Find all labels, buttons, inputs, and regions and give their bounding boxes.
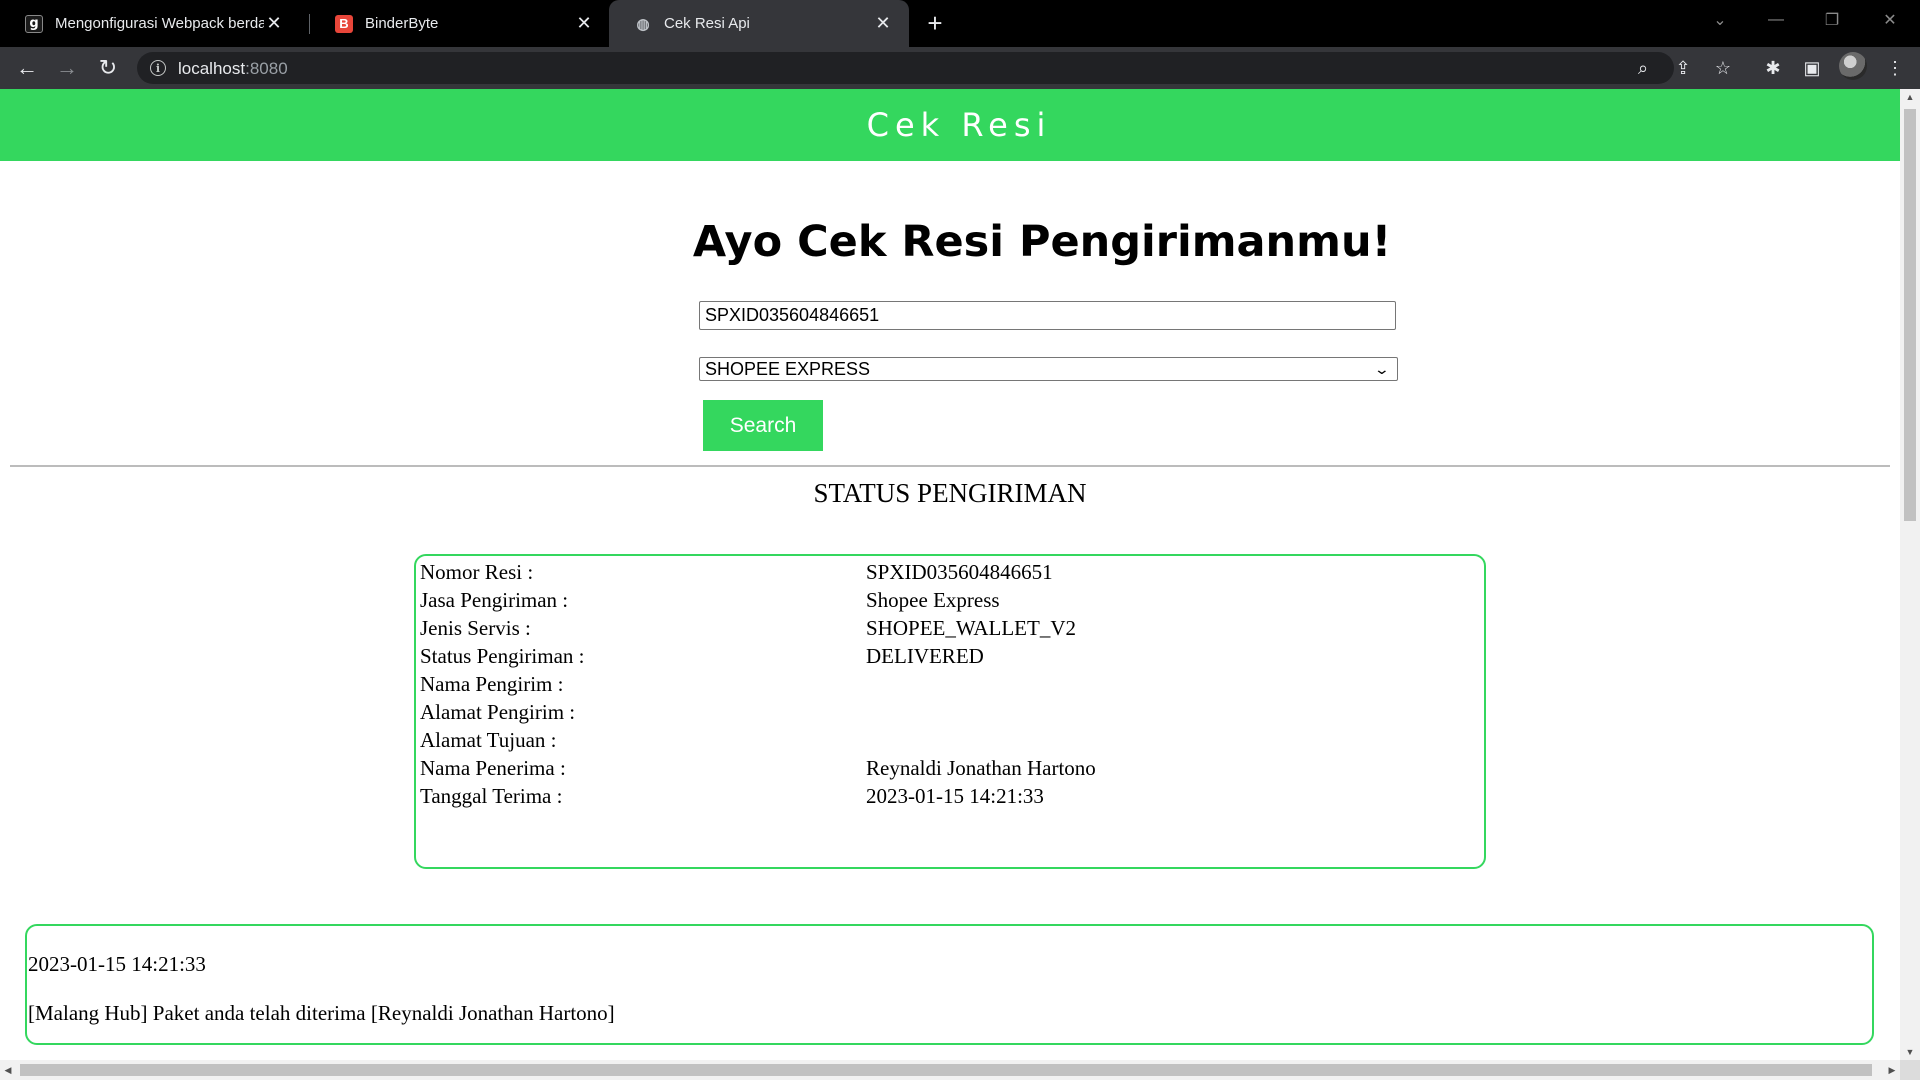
detail-label: Jasa Pengiriman : — [420, 588, 569, 612]
scroll-down-arrow-icon[interactable]: ▼ — [1900, 1044, 1920, 1060]
url-host: localhost — [178, 59, 246, 78]
tab-cek-resi-api[interactable]: ◍ Cek Resi Api ✕ — [609, 0, 909, 47]
close-icon[interactable]: ✕ — [873, 13, 893, 34]
status-heading: STATUS PENGIRIMAN — [813, 478, 1087, 508]
detail-label: Alamat Pengirim : — [420, 700, 576, 724]
page-viewport: Cek Resi Ayo Cek Resi Pengirimanmu! SHOP… — [0, 89, 1900, 1060]
shipment-detail-card: Nomor Resi : SPXID035604846651 Jasa Peng… — [414, 554, 1486, 869]
courier-selected-value: SHOPEE EXPRESS — [705, 358, 871, 379]
share-icon[interactable]: ⇪ — [1668, 53, 1698, 83]
scroll-right-arrow-icon[interactable]: ▶ — [1884, 1060, 1900, 1080]
detail-value: DELIVERED — [866, 644, 984, 668]
detail-label: Nama Pengirim : — [420, 672, 564, 696]
browser-toolbar: ← → ↻ i localhost:8080 ⌕ ⇪ ☆ ✱ ▣ ⋮ — [0, 47, 1920, 89]
detail-value: 2023-01-15 14:21:33 — [866, 784, 1044, 808]
back-arrow-icon[interactable]: ← — [12, 53, 42, 83]
divider — [10, 465, 1890, 467]
minimize-icon[interactable]: — — [1752, 0, 1800, 40]
bookmark-star-icon[interactable]: ☆ — [1708, 53, 1738, 83]
address-url: localhost:8080 — [178, 59, 288, 79]
url-port: :8080 — [245, 59, 288, 78]
courier-select[interactable]: SHOPEE EXPRESS ⌄ — [699, 357, 1398, 381]
history-description: [Malang Hub] Paket anda telah diterima [… — [28, 1001, 615, 1025]
tab-binderbyte[interactable]: B BinderByte ✕ — [310, 0, 610, 47]
close-icon[interactable]: ✕ — [574, 13, 594, 34]
detail-row: Tanggal Terima : 2023-01-15 14:21:33 — [420, 784, 1480, 818]
window-close-icon[interactable]: ✕ — [1866, 0, 1914, 40]
tab-strip: g Mengonfigurasi Webpack berdas ✕ B Bind… — [0, 0, 1920, 47]
tab-favicon: g — [25, 14, 43, 33]
detail-value: SHOPEE_WALLET_V2 — [866, 616, 1076, 640]
search-button[interactable]: Search — [703, 400, 823, 451]
horizontal-scroll-thumb[interactable] — [20, 1064, 1872, 1076]
history-date: 2023-01-15 14:21:33 — [28, 952, 206, 976]
site-header: Cek Resi — [0, 89, 1900, 161]
reload-icon[interactable]: ↻ — [93, 53, 123, 83]
page-title: Ayo Cek Resi Pengirimanmu! — [692, 217, 1392, 267]
tab-title: BinderByte — [365, 15, 439, 32]
info-icon[interactable]: i — [150, 60, 166, 76]
restore-icon[interactable]: ❐ — [1808, 0, 1856, 40]
new-tab-button[interactable]: + — [921, 8, 949, 38]
scrollbar-corner — [1900, 1060, 1920, 1080]
tab-search-icon[interactable]: ⌄ — [1696, 0, 1744, 40]
detail-label: Jenis Servis : — [420, 616, 531, 640]
vertical-scroll-thumb[interactable] — [1904, 109, 1916, 521]
tab-title: Cek Resi Api — [664, 15, 750, 32]
detail-value: Reynaldi Jonathan Hartono — [866, 756, 1096, 780]
site-brand: Cek Resi — [866, 106, 1052, 144]
detail-value: SPXID035604846651 — [866, 560, 1053, 584]
detail-label: Nomor Resi : — [420, 560, 534, 584]
tab-webpack[interactable]: g Mengonfigurasi Webpack berdas ✕ — [0, 0, 300, 47]
horizontal-scrollbar[interactable]: ◀ ▶ — [0, 1060, 1900, 1080]
scroll-left-arrow-icon[interactable]: ◀ — [0, 1060, 16, 1080]
menu-kebab-icon[interactable]: ⋮ — [1880, 53, 1910, 83]
detail-label: Nama Penerima : — [420, 756, 566, 780]
tab-title: Mengonfigurasi Webpack berdas — [55, 15, 264, 32]
chevron-down-icon: ⌄ — [1373, 360, 1391, 377]
side-panel-icon[interactable]: ▣ — [1797, 53, 1827, 83]
resi-input[interactable] — [699, 301, 1396, 330]
globe-icon: ◍ — [636, 15, 650, 33]
tab-favicon: B — [335, 14, 353, 33]
detail-label: Alamat Tujuan : — [420, 728, 557, 752]
close-icon[interactable]: ✕ — [264, 13, 284, 34]
history-card: 2023-01-15 14:21:33 [Malang Hub] Paket a… — [25, 924, 1874, 1045]
avatar[interactable] — [1839, 52, 1867, 80]
extensions-icon[interactable]: ✱ — [1758, 53, 1788, 83]
detail-label: Status Pengiriman : — [420, 644, 585, 668]
vertical-scrollbar[interactable]: ▲ ▼ — [1900, 89, 1920, 1060]
detail-value: Shopee Express — [866, 588, 1000, 612]
forward-arrow-icon[interactable]: → — [52, 53, 82, 83]
zoom-icon[interactable]: ⌕ — [1628, 53, 1658, 83]
detail-label: Tanggal Terima : — [420, 784, 563, 808]
address-bar[interactable]: i localhost:8080 — [137, 52, 1674, 84]
scroll-up-arrow-icon[interactable]: ▲ — [1900, 89, 1920, 105]
